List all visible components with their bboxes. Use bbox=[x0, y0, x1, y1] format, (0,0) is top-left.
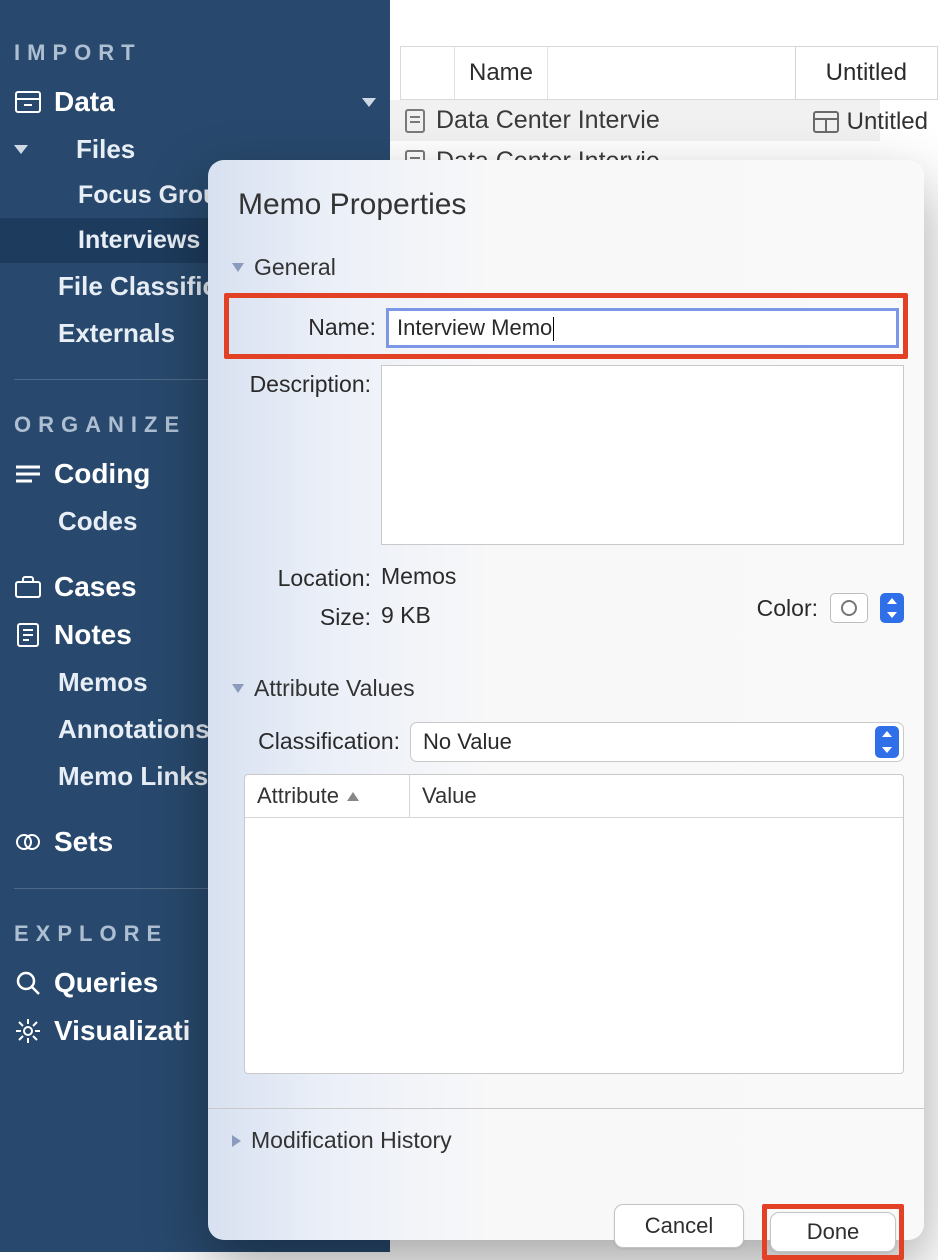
dialog-title: Memo Properties bbox=[228, 188, 904, 222]
color-swatch[interactable] bbox=[830, 593, 868, 623]
memo-properties-dialog: Memo Properties General Name: Interview … bbox=[208, 160, 924, 1240]
section-attribute-values[interactable]: Attribute Values bbox=[228, 671, 904, 712]
attribute-table-header: Attribute Value bbox=[245, 775, 903, 818]
briefcase-icon bbox=[14, 573, 42, 601]
sidebar-item-label: Data bbox=[54, 86, 115, 118]
size-value: 9 KB bbox=[381, 598, 431, 629]
sidebar-item-label: Queries bbox=[54, 967, 158, 999]
chevron-down-icon bbox=[362, 98, 376, 107]
search-icon bbox=[14, 969, 42, 997]
cancel-button-label: Cancel bbox=[645, 1213, 713, 1239]
chevron-down-icon bbox=[14, 145, 28, 154]
sidebar-item-label: Memos bbox=[58, 667, 148, 698]
value-col-header[interactable]: Value bbox=[410, 775, 489, 817]
visualization-icon bbox=[14, 1017, 42, 1045]
list-header-checkbox-col bbox=[401, 47, 455, 99]
name-field-highlight: Name: Interview Memo bbox=[224, 293, 908, 359]
open-document-row[interactable]: Untitled bbox=[803, 104, 938, 140]
sidebar-item-label: Files bbox=[76, 134, 135, 165]
sidebar-item-data[interactable]: Data bbox=[0, 78, 390, 126]
classification-value: No Value bbox=[423, 729, 512, 755]
sidebar-item-label: Memo Links bbox=[58, 761, 208, 792]
attribute-table: Attribute Value bbox=[244, 774, 904, 1074]
name-label: Name: bbox=[233, 308, 376, 341]
value-col-label: Value bbox=[422, 783, 477, 809]
document-icon bbox=[404, 108, 426, 134]
sidebar-item-label: Annotations bbox=[58, 714, 210, 745]
archive-icon bbox=[14, 88, 42, 116]
section-modification-history[interactable]: Modification History bbox=[228, 1123, 904, 1164]
table-icon bbox=[813, 111, 839, 133]
sort-ascending-icon bbox=[347, 792, 359, 801]
section-attribute-values-label: Attribute Values bbox=[254, 675, 415, 702]
sidebar-item-label: Externals bbox=[58, 318, 175, 349]
size-label: Size: bbox=[228, 598, 371, 631]
sidebar-item-label: File Classifica bbox=[58, 271, 231, 302]
description-input[interactable] bbox=[381, 365, 904, 545]
chevron-down-icon bbox=[232, 684, 244, 693]
tab-strip: Untitled bbox=[795, 46, 938, 100]
attribute-col-header[interactable]: Attribute bbox=[245, 775, 410, 817]
done-button-label: Done bbox=[807, 1219, 860, 1245]
color-stepper[interactable] bbox=[880, 593, 904, 623]
section-modification-history-label: Modification History bbox=[251, 1127, 452, 1154]
color-label: Color: bbox=[757, 595, 818, 622]
list-header-name[interactable]: Name bbox=[455, 47, 548, 99]
location-label: Location: bbox=[228, 559, 371, 592]
done-button[interactable]: Done bbox=[770, 1212, 896, 1252]
sidebar-item-label: Interviews bbox=[78, 226, 200, 255]
section-general[interactable]: General bbox=[228, 250, 904, 291]
sidebar-item-label: Focus Grou bbox=[78, 181, 218, 210]
tab-untitled[interactable]: Untitled bbox=[796, 47, 937, 99]
list-icon bbox=[14, 460, 42, 488]
sidebar-item-label: Coding bbox=[54, 458, 150, 490]
open-document-label: Untitled bbox=[847, 108, 928, 136]
text-caret bbox=[553, 317, 554, 341]
attribute-col-label: Attribute bbox=[257, 783, 339, 809]
section-general-label: General bbox=[254, 254, 336, 281]
chevron-right-icon bbox=[232, 1135, 241, 1147]
sidebar-item-label: Visualizati bbox=[54, 1015, 190, 1047]
divider bbox=[208, 1108, 924, 1109]
sidebar-item-label: Notes bbox=[54, 619, 132, 651]
classification-label: Classification: bbox=[240, 722, 400, 755]
sidebar-item-label: Cases bbox=[54, 571, 137, 603]
cancel-button[interactable]: Cancel bbox=[614, 1204, 744, 1248]
notes-icon bbox=[14, 621, 42, 649]
name-input[interactable]: Interview Memo bbox=[386, 308, 899, 348]
sidebar-item-label: Codes bbox=[58, 506, 137, 537]
sets-icon bbox=[14, 828, 42, 856]
import-heading: IMPORT bbox=[0, 30, 390, 78]
select-stepper-icon bbox=[875, 726, 899, 758]
list-row-name: Data Center Intervie bbox=[436, 106, 660, 135]
chevron-down-icon bbox=[232, 263, 244, 272]
location-value: Memos bbox=[381, 559, 456, 590]
description-label: Description: bbox=[228, 365, 371, 398]
classification-select[interactable]: No Value bbox=[410, 722, 904, 762]
sidebar-item-label: Sets bbox=[54, 826, 113, 858]
name-input-value: Interview Memo bbox=[397, 315, 552, 340]
